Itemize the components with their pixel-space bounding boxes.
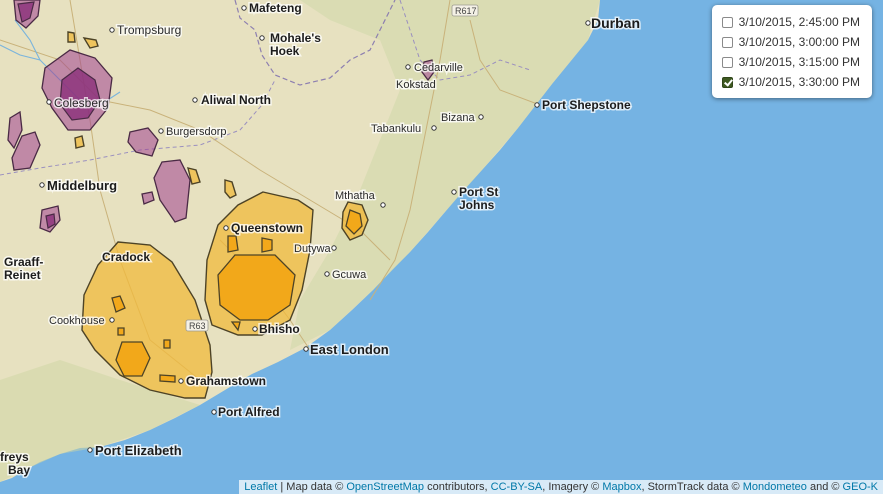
label-trompsburg: Trompsburg [117,23,181,37]
label-durban: Durban [591,15,640,31]
layer-option-3[interactable]: 3/10/2015, 3:15:00 PM [721,52,860,72]
map-attribution: Leaflet | Map data © OpenStreetMap contr… [239,480,883,494]
label-gcuwa: Gcuwa [332,269,367,281]
mondometeo-link[interactable]: Mondometeo [743,481,807,493]
label-tabankulu: Tabankulu [371,123,421,135]
layer-label-2: 3/10/2015, 3:00:00 PM [738,35,860,49]
layer-label-3: 3/10/2015, 3:15:00 PM [738,55,860,69]
svg-text:R617: R617 [455,6,477,16]
road-shield-1: R617 [451,4,479,17]
storm-cell-small-5[interactable] [74,135,85,149]
label-mohales: Mohale's [270,31,321,45]
storm-core-small-e[interactable] [163,339,171,349]
label-aliwal-north: Aliwal North [201,93,271,107]
label-port-elizabeth: Port Elizabeth [95,443,182,458]
layer-option-4[interactable]: 3/10/2015, 3:30:00 PM [721,72,860,92]
label-middelburg: Middelburg [47,178,117,193]
osm-link[interactable]: OpenStreetMap [346,481,424,493]
label-bizana: Bizana [441,112,476,124]
storm-core-small-d[interactable] [159,374,176,383]
attribution-text-5: and © [806,481,843,493]
label-bhisho: Bhisho [259,322,300,336]
label-bay: Bay [8,463,30,477]
storm-core-queenstown[interactable] [217,254,296,321]
storm-core-cradock[interactable] [115,341,151,377]
label-hoek: Hoek [270,44,300,58]
storm-core-small-a[interactable] [227,235,239,253]
label-mafeteng: Mafeteng [249,1,302,15]
label-dutywa: Dutywa [294,243,332,255]
layer-checkbox-2[interactable] [721,36,733,48]
layer-option-1[interactable]: 3/10/2015, 2:45:00 PM [721,12,860,32]
label-port-st: Port St [459,185,498,199]
label-mthatha: Mthatha [335,190,376,202]
license-link[interactable]: CC-BY-SA [491,481,543,493]
label-port-alfred: Port Alfred [218,405,280,419]
label-kokstad: Kokstad [396,79,436,91]
geok-link[interactable]: GEO-K [843,481,878,493]
label-east-london: East London [310,342,389,357]
attribution-text-4: , StormTrack data © [641,481,743,493]
label-burgersdorp: Burgersdorp [166,126,227,138]
label-grahamstown: Grahamstown [186,374,266,388]
label-colesberg: Colesberg [54,96,109,110]
svg-text:R63: R63 [189,321,206,331]
storm-core-small-b[interactable] [261,237,273,253]
attribution-text-2: contributors, [424,481,491,493]
label-cookhouse: Cookhouse [49,315,105,327]
label-cradock: Cradock [102,250,150,264]
label-cedarville: Cedarville [414,62,463,74]
mapbox-link[interactable]: Mapbox [602,481,641,493]
label-jeffreys: freys [0,450,29,464]
label-reinet: Reinet [4,268,41,282]
attribution-text-1: | Map data © [277,481,347,493]
label-johns: Johns [459,198,495,212]
layer-control: 3/10/2015, 2:45:00 PM 3/10/2015, 3:00:00… [711,5,872,98]
label-port-shepstone: Port Shepstone [542,98,631,112]
label-graaff: Graaff- [4,255,43,269]
label-queenstown: Queenstown [231,221,303,235]
storm-core-small-f[interactable] [117,327,125,336]
leaflet-link[interactable]: Leaflet [244,481,277,493]
storm-cell-small-3[interactable] [67,31,76,43]
layer-checkbox-4[interactable] [721,76,733,88]
road-shield-2: R63 [185,319,209,332]
attribution-text-3: , Imagery © [542,481,603,493]
layer-label-4: 3/10/2015, 3:30:00 PM [738,75,860,89]
layer-label-1: 3/10/2015, 2:45:00 PM [738,15,860,29]
layer-checkbox-1[interactable] [721,16,733,28]
layer-option-2[interactable]: 3/10/2015, 3:00:00 PM [721,32,860,52]
layer-checkbox-3[interactable] [721,56,733,68]
